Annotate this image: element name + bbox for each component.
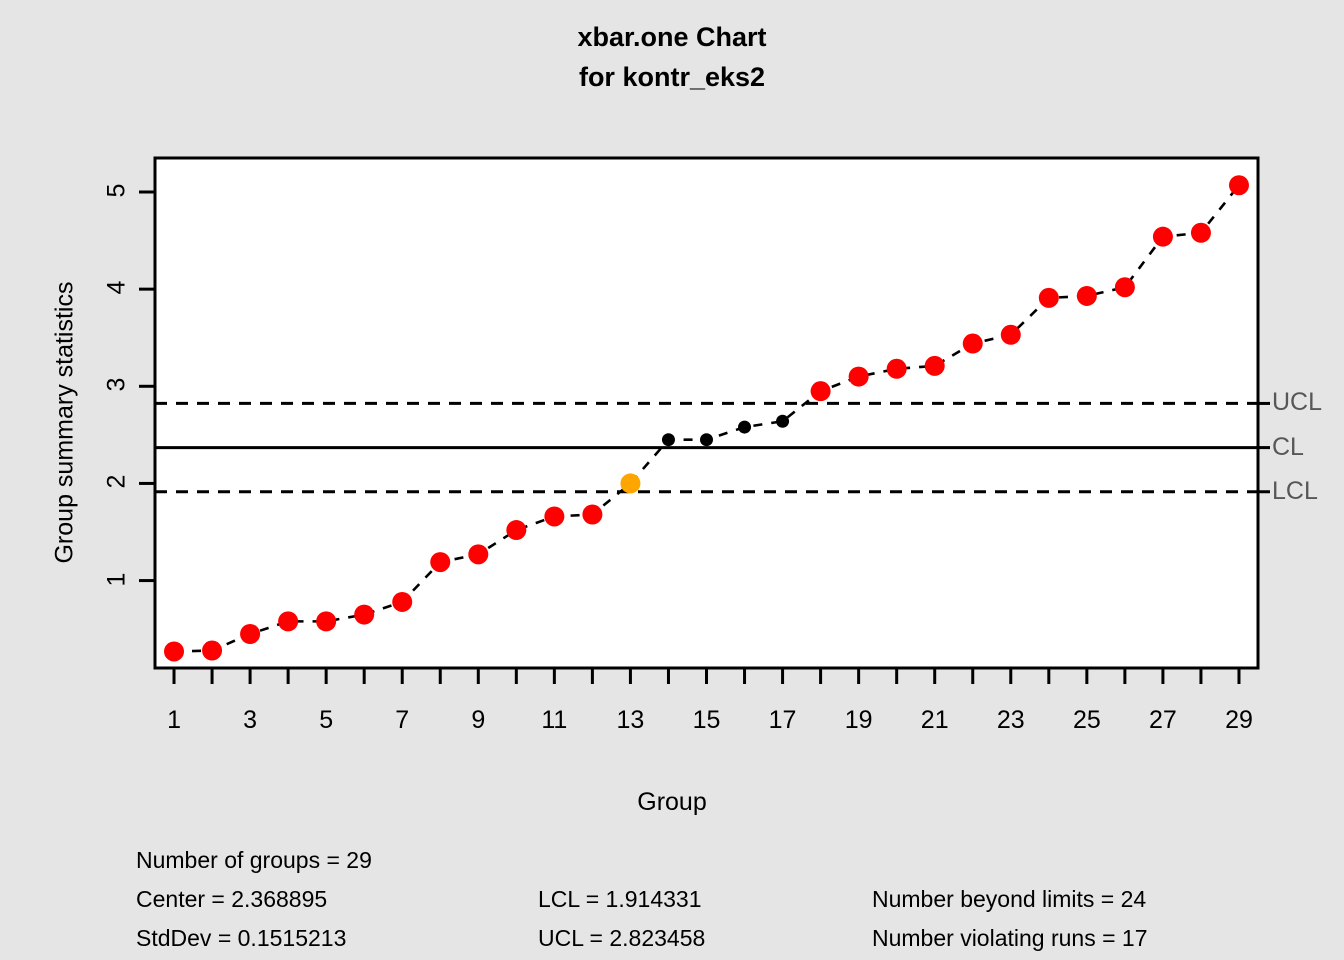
stat-number-beyond-limits: Number beyond limits = 24 [872,886,1147,912]
data-point [240,624,261,644]
plot-panel [155,158,1258,668]
data-point [1114,277,1135,298]
ucl-label: UCL [1272,388,1323,417]
data-point [164,641,185,662]
data-point [661,433,675,447]
x-tick-label: 3 [243,706,258,734]
data-point [1038,287,1059,308]
data-point [1190,222,1211,243]
x-tick-label: 29 [1225,706,1253,734]
x-axis-title: Group [637,788,707,816]
data-point [962,333,983,354]
data-point [886,358,907,379]
stat-number-violating-runs: Number violating runs = 17 [872,925,1148,951]
data-point [1000,324,1021,345]
x-tick-label: 23 [996,706,1025,734]
x-tick-label: 27 [1149,706,1177,734]
data-point [316,611,337,632]
data-point [810,381,831,402]
data-point [354,604,375,625]
x-tick-label: 11 [541,706,568,734]
data-point [1076,285,1097,306]
y-tick-label: 4 [102,280,131,295]
lcl-label: LCL [1272,476,1318,505]
data-point [924,355,945,376]
y-axis-title: Group summary statistics [50,281,79,564]
data-point [582,504,603,525]
x-tick-label: 1 [167,706,181,734]
x-tick-label: 19 [844,706,873,734]
data-point [776,414,790,428]
data-point [738,420,752,434]
stat-lcl: LCL = 1.914331 [538,886,702,912]
data-point [700,433,713,447]
y-tick-label: 2 [102,474,131,489]
y-tick-label: 5 [102,183,131,198]
stat-center: Center = 2.368895 [136,886,328,912]
x-tick-label: 25 [1072,706,1101,734]
data-point [430,552,451,573]
data-point [544,506,565,527]
stat-stddev: StdDev = 0.1515213 [136,925,347,951]
data-point [202,640,223,661]
x-tick-label: 13 [616,706,645,734]
data-point [392,591,413,612]
data-point [506,520,527,541]
cl-label: CL [1272,432,1304,461]
x-tick-label: 5 [319,706,334,734]
data-point [620,473,641,494]
data-point [468,544,489,565]
data-point [1228,175,1249,196]
data-point [1152,226,1173,247]
data-point [848,366,869,387]
chart-page: xbar.one Chart for kontr_eks2 Group summ… [0,0,1344,960]
y-tick-label: 3 [102,377,131,392]
x-tick-label: 15 [692,706,721,734]
y-tick-label: 1 [102,572,131,587]
x-tick-label: 9 [471,706,486,734]
data-point [278,611,299,632]
x-tick-label: 7 [395,706,410,734]
stat-ucl: UCL = 2.823458 [538,925,706,951]
x-tick-label: 17 [768,706,797,734]
stat-number-of-groups: Number of groups = 29 [136,847,372,873]
x-tick-label: 21 [920,706,949,734]
